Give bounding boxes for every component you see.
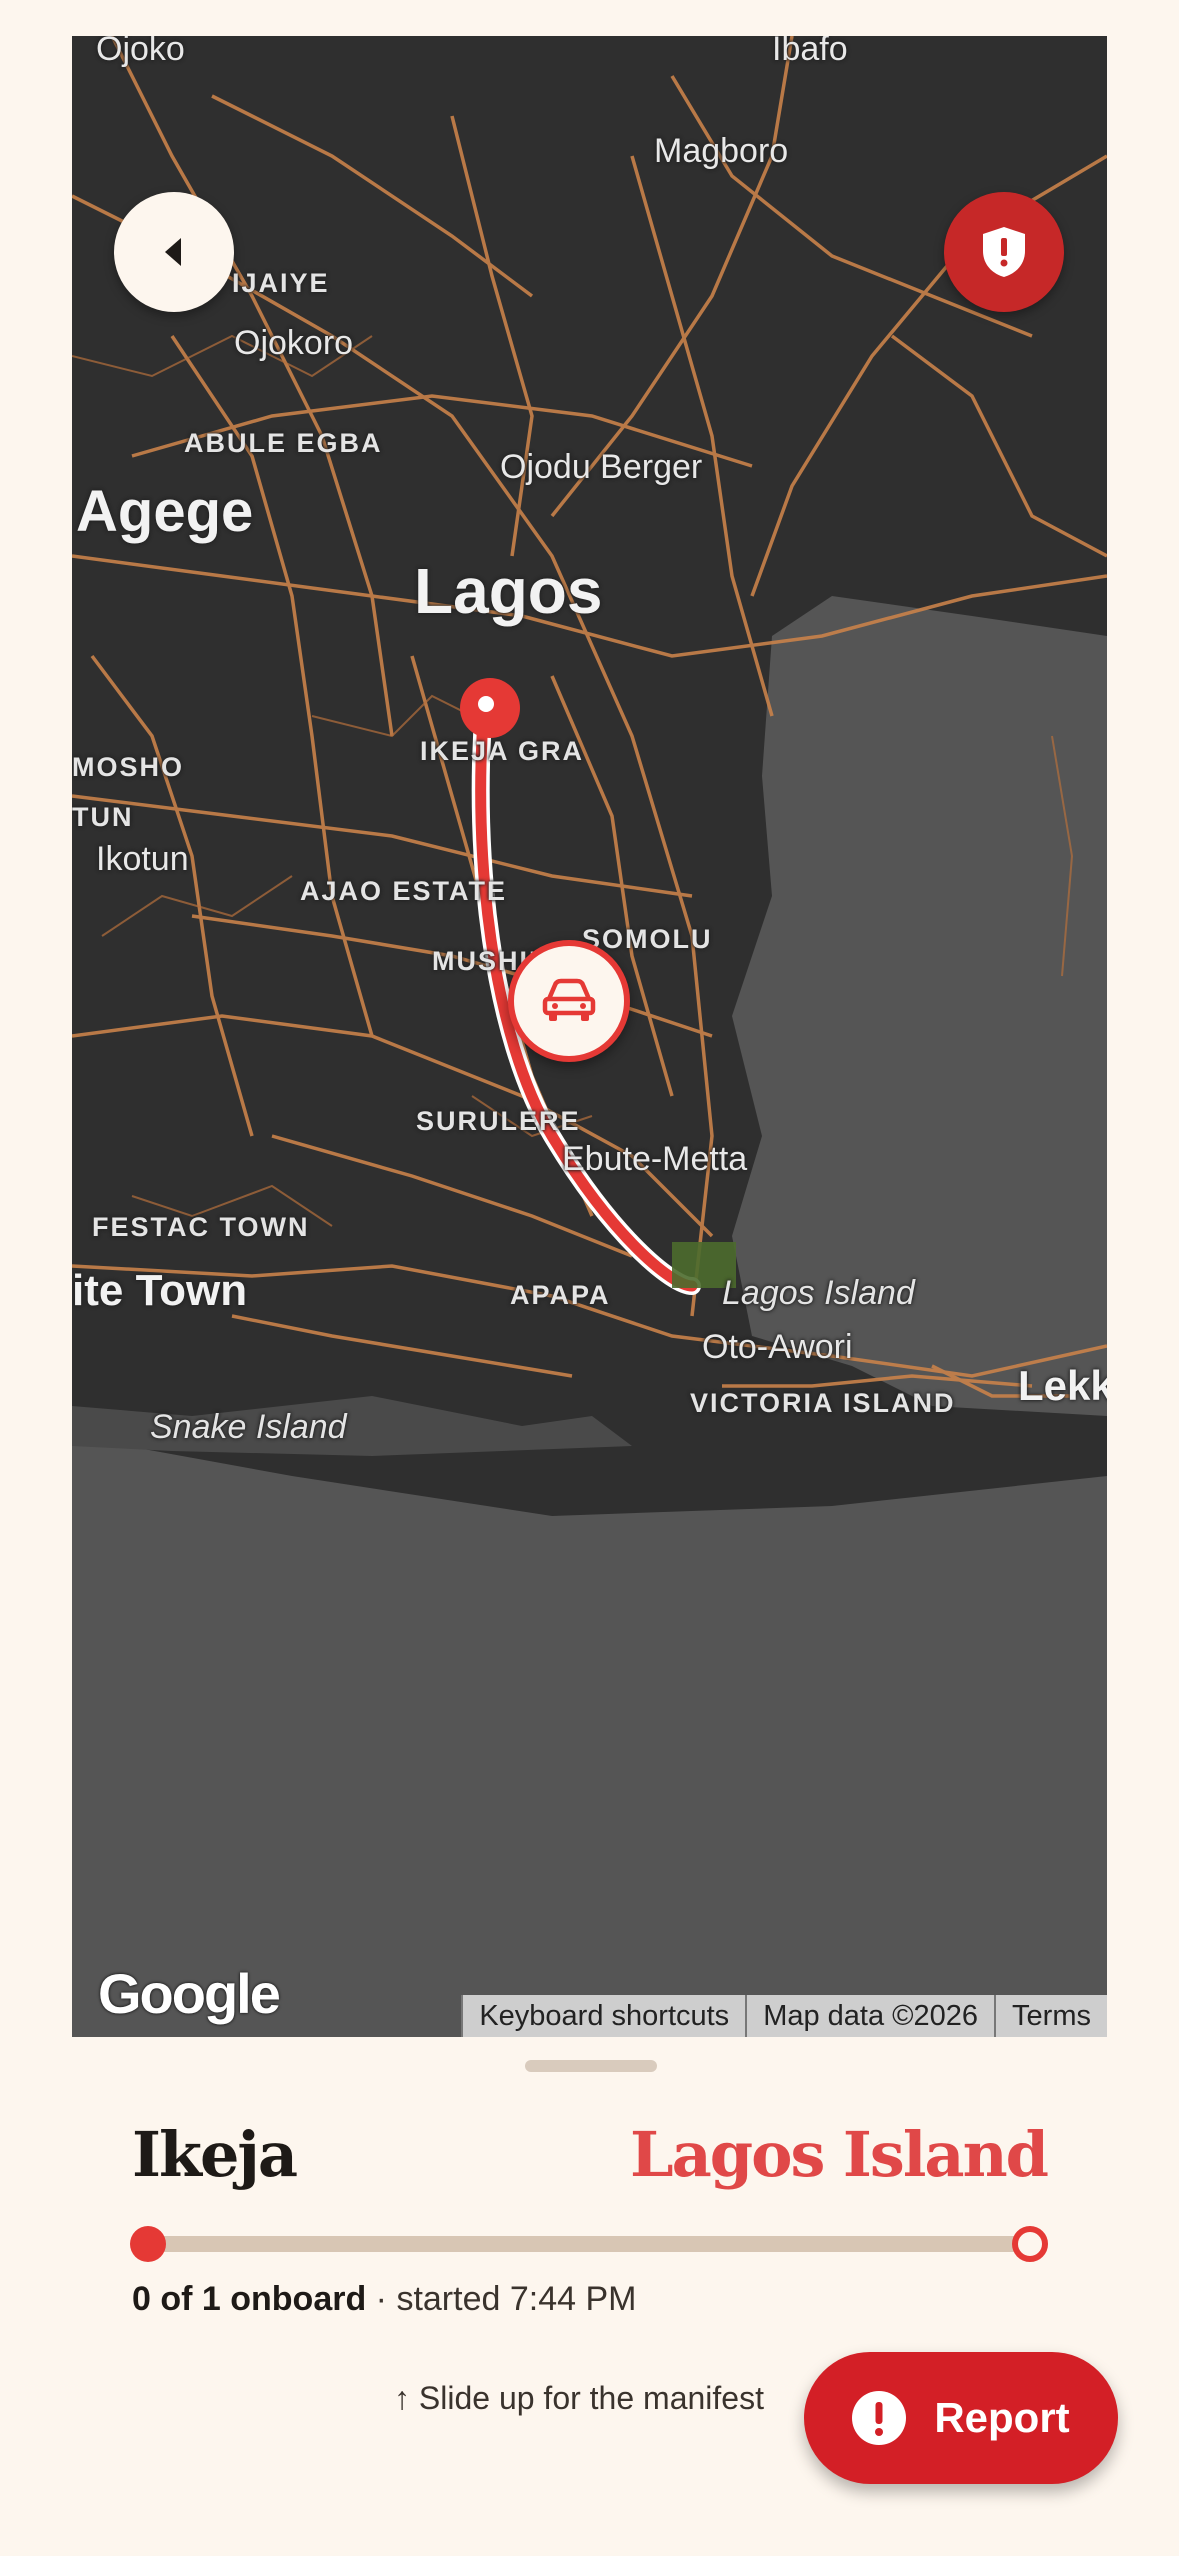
map-label: Snake Island [150, 1408, 347, 1446]
trip-status: 0 of 1 onboard · started 7:44 PM [132, 2280, 636, 2319]
trip-destination: Lagos Island [629, 2118, 1049, 2191]
keyboard-shortcuts-link[interactable]: Keyboard shortcuts [461, 1995, 746, 2037]
map-label: APAPA [510, 1280, 611, 1310]
map-view[interactable]: Ibafo Ojoko Magboro IJAIYE Ojokoro ABULE… [72, 36, 1107, 2037]
google-logo: Google [98, 1962, 281, 2025]
map-label: VICTORIA ISLAND [690, 1388, 956, 1418]
progress-end-dot [1012, 2226, 1048, 2262]
map-label: Ikotun [96, 840, 189, 878]
map-label: MOSHO [72, 752, 185, 782]
map-label: AJAO ESTATE [300, 876, 508, 906]
manifest-hint[interactable]: ↑ Slide up for the manifest [394, 2380, 764, 2417]
map-attribution-bar: Keyboard shortcuts Map data ©2026 Terms [461, 1995, 1107, 2037]
map-label: ABULE EGBA [184, 428, 383, 458]
map-label: IKEJA GRA [420, 736, 585, 766]
terms-link[interactable]: Terms [994, 1995, 1107, 2037]
safety-alert-button[interactable] [944, 192, 1064, 312]
chevron-left-icon [165, 238, 181, 266]
map-label: SURULERE [416, 1106, 581, 1136]
map-label: Ojoko [96, 36, 185, 68]
car-icon [542, 978, 596, 1021]
map-label: IJAIYE [232, 268, 330, 298]
map-label: Ojokoro [234, 324, 354, 362]
alert-icon [852, 2391, 907, 2445]
trip-progress-track [148, 2236, 1030, 2252]
map-label: Magboro [654, 132, 789, 170]
map-data-label: Map data ©2026 [745, 1995, 995, 2037]
map-label: TUN [72, 802, 134, 832]
map-label: ite Town [72, 1266, 248, 1315]
shield-alert-icon [983, 227, 1025, 277]
map-label: Ebute-Metta [562, 1140, 748, 1178]
map-label: Ibafo [772, 36, 848, 68]
progress-start-dot [130, 2226, 166, 2262]
sheet-drag-handle[interactable] [525, 2060, 657, 2072]
map-label: Lagos Island [722, 1274, 915, 1312]
report-button[interactable]: Report [804, 2352, 1118, 2484]
map-label: Ojodu Berger [500, 448, 703, 486]
map-label: Oto-Awori [702, 1328, 853, 1366]
map-label: Lekk [1018, 1362, 1107, 1409]
map-label: FESTAC TOWN [92, 1212, 310, 1242]
vehicle-marker[interactable] [508, 940, 630, 1062]
map-label: Lagos [414, 555, 603, 627]
trip-start-time: · started 7:44 PM [366, 2280, 637, 2318]
map-label: Agege [76, 479, 254, 544]
trip-origin: Ikeja [132, 2118, 298, 2191]
report-label: Report [934, 2394, 1070, 2441]
trip-screen: Ibafo Ojoko Magboro IJAIYE Ojokoro ABULE… [0, 0, 1179, 2556]
back-button[interactable] [114, 192, 234, 312]
onboard-count: 0 of 1 onboard [132, 2280, 367, 2318]
